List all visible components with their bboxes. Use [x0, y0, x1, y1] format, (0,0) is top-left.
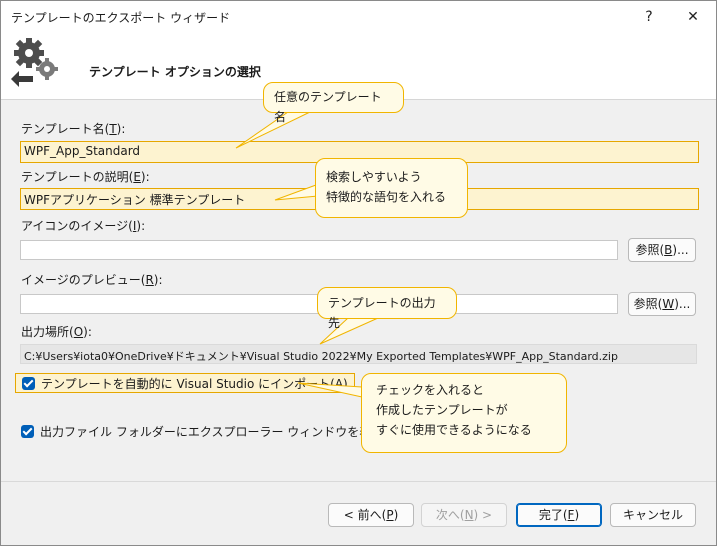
- callout-description: 検索しやすいよう 特徴的な語句を入れる: [315, 158, 468, 218]
- callout-template-name: 任意のテンプレート名: [263, 82, 404, 124]
- callout-tail-desc: [274, 184, 319, 201]
- callout-tail-name: [235, 111, 311, 149]
- callout-output-location: テンプレートの出力先: [317, 287, 457, 330]
- callout-tail-import: [297, 382, 363, 398]
- callout-auto-import: チェックを入れると 作成したテンプレートが すぐに使用できるようになる: [361, 373, 567, 453]
